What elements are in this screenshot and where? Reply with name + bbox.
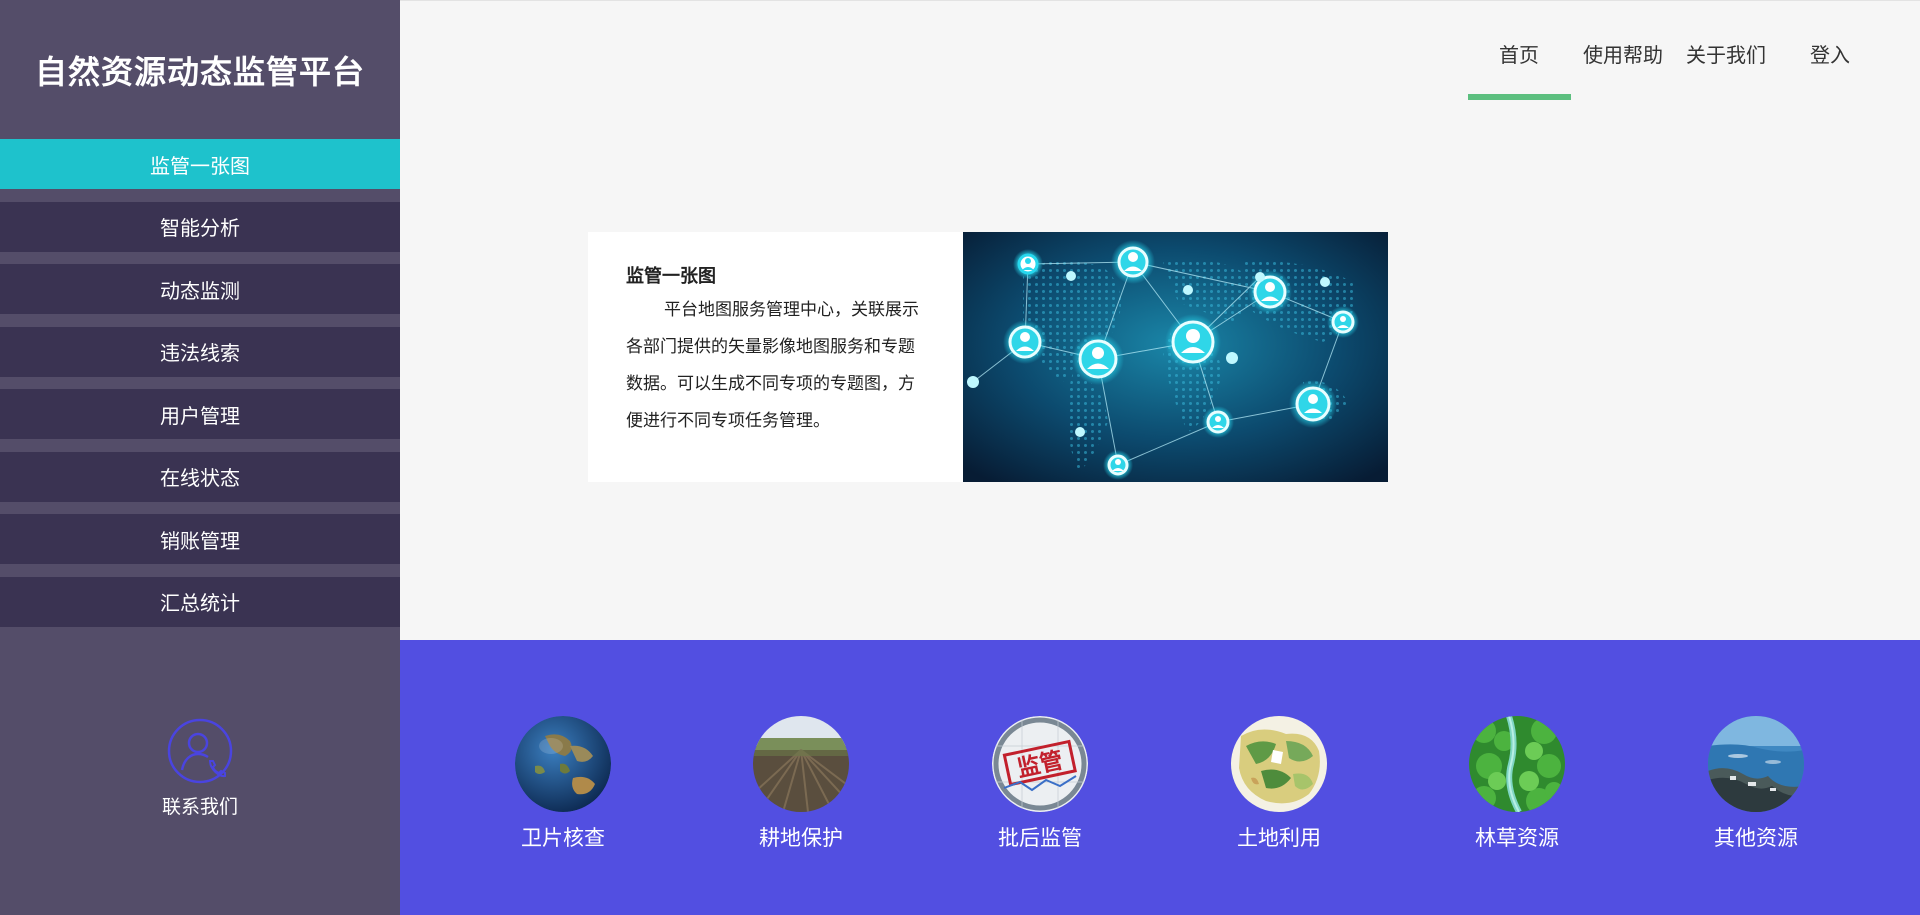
supervision-stamp-image: 监管 (992, 716, 1088, 812)
nav-help[interactable]: 使用帮助 (1583, 39, 1663, 68)
top-nav: 首页 使用帮助 关于我们 登入 (400, 0, 1920, 100)
contact-us-button[interactable]: 联系我们 (0, 718, 400, 819)
nav-login[interactable]: 登入 (1810, 39, 1850, 68)
land-map-image (1231, 716, 1327, 812)
sidebar-item-violations[interactable]: 违法线索 (0, 326, 400, 377)
module-label: 土地利用 (1237, 826, 1321, 850)
module-farmland-protection[interactable]: 耕地保护 (731, 716, 871, 852)
network-world-map-image (963, 232, 1388, 482)
sidebar: 自然资源动态监管平台 监管一张图 智能分析 动态监测 违法线索 用户管理 在线状… (0, 0, 400, 915)
module-forest-grass-resources[interactable]: 林草资源 (1447, 716, 1587, 852)
app-title: 自然资源动态监管平台 (34, 53, 365, 91)
sidebar-item-users[interactable]: 用户管理 (0, 389, 400, 439)
contact-us-label: 联系我们 (161, 796, 238, 818)
contact-person-phone-icon (167, 718, 233, 784)
coast-image (1708, 716, 1804, 812)
nav-home[interactable]: 首页 (1499, 39, 1539, 68)
module-post-approval-supervision[interactable]: 监管 批后监管 (970, 716, 1110, 852)
intro-text: 监管一张图 平台地图服务管理中心，关联展示各部门提供的矢量影像地图服务和专题数据… (588, 232, 963, 482)
module-label: 林草资源 (1475, 826, 1559, 850)
module-satellite-check[interactable]: 卫片核查 (493, 716, 633, 852)
module-label: 批后监管 (998, 826, 1082, 850)
sidebar-menu: 监管一张图 智能分析 动态监测 违法线索 用户管理 在线状态 销账管理 汇总统计 (0, 139, 400, 639)
intro-card: 监管一张图 平台地图服务管理中心，关联展示各部门提供的矢量影像地图服务和专题数据… (588, 232, 1388, 482)
sidebar-item-online[interactable]: 在线状态 (0, 451, 400, 502)
nav-about[interactable]: 关于我们 (1686, 39, 1766, 68)
sidebar-item-monitoring[interactable]: 动态监测 (0, 264, 400, 314)
intro-title: 监管一张图 (626, 266, 716, 287)
intro-description: 平台地图服务管理中心，关联展示各部门提供的矢量影像地图服务和专题数据。可以生成不… (626, 300, 919, 431)
module-label: 耕地保护 (759, 826, 843, 850)
globe-image (515, 716, 611, 812)
sidebar-item-analysis[interactable]: 智能分析 (0, 201, 400, 252)
module-label: 其他资源 (1714, 826, 1798, 850)
module-band: 卫片核查 耕地保护 监管 批后监管 土地利用 林草资源 其他资源 (400, 640, 1920, 915)
nav-active-indicator (1468, 94, 1571, 100)
sidebar-item-map[interactable]: 监管一张图 (0, 139, 400, 189)
sidebar-item-statistics[interactable]: 汇总统计 (0, 576, 400, 627)
module-land-use[interactable]: 土地利用 (1209, 716, 1349, 852)
module-label: 卫片核查 (521, 826, 605, 850)
forest-river-image (1469, 716, 1565, 812)
farmland-image (753, 716, 849, 812)
module-other-resources[interactable]: 其他资源 (1686, 716, 1826, 852)
sidebar-item-writeoff[interactable]: 销账管理 (0, 514, 400, 564)
